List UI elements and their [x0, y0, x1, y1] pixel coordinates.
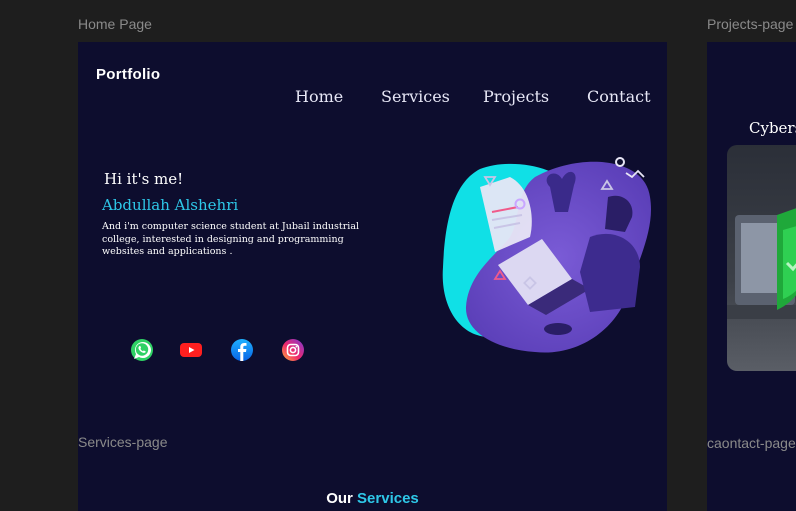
project-thumbnail[interactable]	[727, 145, 796, 371]
shield-icon	[727, 208, 796, 319]
home-page-frame: Portfolio Home Services Projects Contact…	[78, 42, 667, 459]
instagram-icon[interactable]	[281, 338, 305, 362]
services-page-frame: Our Services	[78, 459, 667, 511]
person-body	[580, 233, 640, 312]
nav-contact[interactable]: Contact	[587, 87, 651, 106]
projects-frame-label: Projects-page	[707, 16, 794, 32]
greeting-text: Hi it's me!	[104, 170, 184, 188]
portfolio-logo[interactable]: Portfolio	[96, 66, 160, 83]
facebook-icon[interactable]	[230, 338, 254, 362]
intro-description: And i'm computer science student at Juba…	[102, 221, 360, 257]
whatsapp-icon[interactable]	[130, 338, 154, 362]
services-heading-word-our: Our	[326, 490, 353, 507]
projects-page-frame: Cybers	[707, 42, 796, 459]
youtube-icon[interactable]	[179, 338, 203, 362]
contact-frame-label: caontact-page	[707, 435, 796, 451]
home-frame-label: Home Page	[78, 16, 152, 32]
owner-name: Abdullah Alshehri	[102, 196, 239, 214]
nav-services[interactable]: Services	[381, 87, 450, 106]
services-frame-label: Services-page	[78, 434, 168, 450]
nav-projects[interactable]: Projects	[483, 87, 549, 106]
services-heading-word-services: Services	[357, 490, 419, 507]
hero-illustration	[442, 157, 651, 353]
contact-page-frame	[707, 459, 796, 511]
coffee-cup	[544, 323, 572, 335]
services-heading: Our Services	[78, 490, 667, 507]
project-title: Cybers	[749, 119, 796, 137]
nav-home[interactable]: Home	[295, 87, 343, 106]
